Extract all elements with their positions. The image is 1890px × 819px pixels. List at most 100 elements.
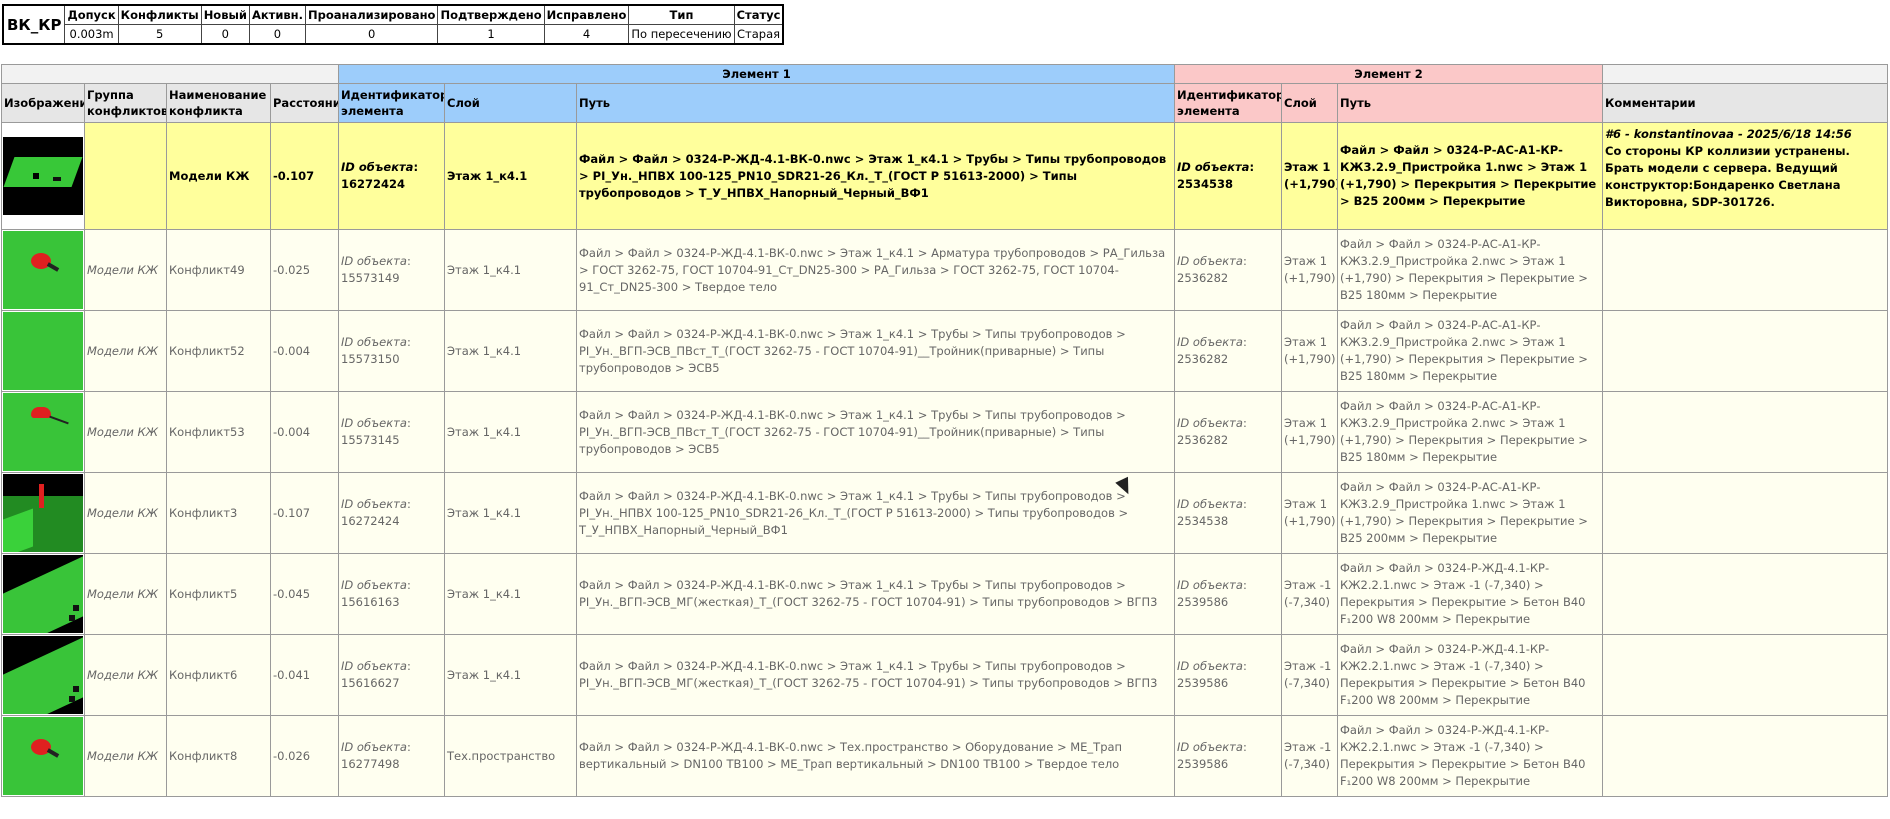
clash-thumbnail-image[interactable]: [3, 231, 83, 309]
column-header-row: Изображение Группа конфликтов Наименован…: [1, 83, 1888, 123]
model-shape: [46, 262, 60, 272]
clash-name-cell: Конфликт8: [166, 715, 271, 797]
id2-value: 2536282: [1177, 271, 1229, 285]
clash-row[interactable]: Модели КЖ Конфликт6 -0.041 ID объекта: 15…: [1, 634, 1888, 716]
model-shape: [3, 508, 33, 552]
clash-thumbnail-cell[interactable]: [1, 229, 85, 311]
clash-row[interactable]: Модели КЖ Конфликт52 -0.004 ID объекта: 1…: [1, 310, 1888, 392]
col-distance: Расстояние: [270, 83, 339, 123]
comment-cell: #6 - konstantinovaa - 2025/6/18 14:56 Со …: [1602, 122, 1888, 230]
group-cell: Модели КЖ: [84, 229, 167, 311]
clash-thumbnail-cell[interactable]: [1, 634, 85, 716]
clash-row[interactable]: Модели КЖ Конфликт49 -0.025 ID объекта: 1…: [1, 229, 1888, 311]
layer2-cell: Этаж 1 (+1,790): [1281, 122, 1338, 230]
id-label: ID объекта: [1177, 659, 1243, 673]
summary-header: Конфликты: [117, 4, 202, 25]
group-cell: [84, 122, 167, 230]
summary-value: Старая: [733, 24, 784, 45]
clash-thumbnail-image[interactable]: [3, 555, 83, 633]
clash-thumbnail-image[interactable]: [3, 393, 83, 471]
path2-cell: Файл > Файл > 0324-Р-АС-А1-КР-КЖ3.2.9_Пр…: [1337, 472, 1603, 554]
layer2-cell: Этаж 1 (+1,790): [1281, 229, 1338, 311]
clash-thumbnail-image[interactable]: [3, 137, 83, 215]
group-header-row: Элемент 1 Элемент 2: [1, 64, 1888, 84]
comment-cell: [1602, 472, 1888, 554]
path1-cell: Файл > Файл > 0324-Р-ЖД-4.1-ВК-0.nwc > Э…: [576, 310, 1175, 392]
clash-thumbnail-image[interactable]: [3, 312, 83, 390]
clash-report-table: Элемент 1 Элемент 2 Изображение Группа к…: [1, 64, 1888, 797]
distance-cell: -0.107: [270, 122, 339, 230]
group-cell: Модели КЖ: [84, 310, 167, 392]
path1-cell: Файл > Файл > 0324-Р-ЖД-4.1-ВК-0.nwc > Т…: [576, 715, 1175, 797]
group-cell: Модели КЖ: [84, 634, 167, 716]
clash-thumbnail-cell[interactable]: [1, 553, 85, 635]
model-shape: [46, 748, 60, 758]
id-label: ID объекта: [1177, 254, 1243, 268]
summary-header-row: ВК_КР Допуск Конфликты Новый Активн. Про…: [2, 4, 784, 45]
clash-thumbnail-image[interactable]: [3, 717, 83, 795]
id1-cell: ID объекта: 16272424: [338, 472, 445, 554]
model-shape: [39, 484, 44, 508]
path1-cell: Файл > Файл > 0324-Р-ЖД-4.1-ВК-0.nwc > Э…: [576, 634, 1175, 716]
clash-thumbnail-cell[interactable]: [1, 472, 85, 554]
id2-cell: ID объекта: 2539586: [1174, 715, 1282, 797]
test-name: ВК_КР: [2, 4, 66, 45]
clash-row[interactable]: Модели КЖ -0.107 ID объекта: 16272424 Эта…: [1, 122, 1888, 230]
path1-cell: Файл > Файл > 0324-Р-ЖД-4.1-ВК-0.nwc > Э…: [576, 229, 1175, 311]
col-layer1: Слой: [444, 83, 577, 123]
summary-value: По пересечению: [628, 24, 735, 45]
distance-cell: -0.026: [270, 715, 339, 797]
id1-value: 15573150: [341, 352, 400, 366]
distance-cell: -0.004: [270, 310, 339, 392]
clash-thumbnail-cell[interactable]: [1, 715, 85, 797]
comment-header: #6 - konstantinovaa - 2025/6/18 14:56: [1605, 127, 1852, 141]
clash-thumbnail-cell[interactable]: [1, 391, 85, 473]
summary-header: Проанализировано: [304, 4, 439, 25]
distance-cell: -0.004: [270, 391, 339, 473]
path2-cell: Файл > Файл > 0324-Р-АС-А1-КР-КЖ3.2.9_Пр…: [1337, 229, 1603, 311]
layer1-cell: Тех.пространство: [444, 715, 577, 797]
id-label: ID объекта: [1177, 335, 1243, 349]
id1-value: 16277498: [341, 757, 400, 771]
element2-group-header: Элемент 2: [1174, 64, 1603, 84]
clash-name-cell: Модели КЖ: [166, 122, 271, 230]
comment-cell: [1602, 310, 1888, 392]
distance-cell: -0.045: [270, 553, 339, 635]
summary-header: Тип: [628, 4, 735, 25]
id-label: ID объекта: [341, 740, 407, 754]
clash-row[interactable]: Модели КЖ Конфликт5 -0.045 ID объекта: 15…: [1, 553, 1888, 635]
clash-thumbnail-cell[interactable]: [1, 310, 85, 392]
layer1-cell: Этаж 1_к4.1: [444, 391, 577, 473]
clash-row[interactable]: Модели КЖ Конфликт8 -0.026 ID объекта: 16…: [1, 715, 1888, 797]
clash-thumbnail-cell[interactable]: [1, 122, 85, 230]
id-label: ID объекта: [341, 659, 407, 673]
layer2-cell: Этаж 1 (+1,790): [1281, 310, 1338, 392]
id1-cell: ID объекта: 15573145: [338, 391, 445, 473]
id1-cell: ID объекта: 15616627: [338, 634, 445, 716]
clash-thumbnail-image[interactable]: [3, 474, 83, 552]
id2-value: 2534538: [1177, 514, 1229, 528]
summary-table: ВК_КР Допуск Конфликты Новый Активн. Про…: [2, 4, 785, 45]
id-label: ID объекта: [341, 254, 407, 268]
group-cell: Модели КЖ: [84, 472, 167, 554]
id-label: ID объекта: [341, 335, 407, 349]
model-shape: [69, 615, 75, 621]
clash-rows: Модели КЖ -0.107 ID объекта: 16272424 Эта…: [1, 122, 1888, 797]
blank-group-header: [1602, 64, 1888, 84]
clash-row[interactable]: Модели КЖ Конфликт53 -0.004 ID объекта: 1…: [1, 391, 1888, 473]
id2-value: 2534538: [1177, 177, 1234, 191]
clash-row[interactable]: Модели КЖ Конфликт3 -0.107 ID объекта: 16…: [1, 472, 1888, 554]
id1-cell: ID объекта: 16277498: [338, 715, 445, 797]
summary-header: Статус: [733, 4, 784, 25]
group-cell: Модели КЖ: [84, 715, 167, 797]
col-id2: Идентификатор элемента: [1174, 83, 1282, 123]
id1-value: 15616627: [341, 676, 400, 690]
summary-value: 0: [304, 24, 439, 45]
id2-value: 2539586: [1177, 676, 1229, 690]
summary-values-row: 0.003m 5 0 0 0 1 4 По пересечению Старая: [3, 24, 784, 45]
distance-cell: -0.107: [270, 472, 339, 554]
layer2-cell: Этаж -1 (-7,340): [1281, 553, 1338, 635]
blank-group-header: [1, 64, 339, 84]
clash-thumbnail-image[interactable]: [3, 636, 83, 714]
layer2-cell: Этаж -1 (-7,340): [1281, 634, 1338, 716]
